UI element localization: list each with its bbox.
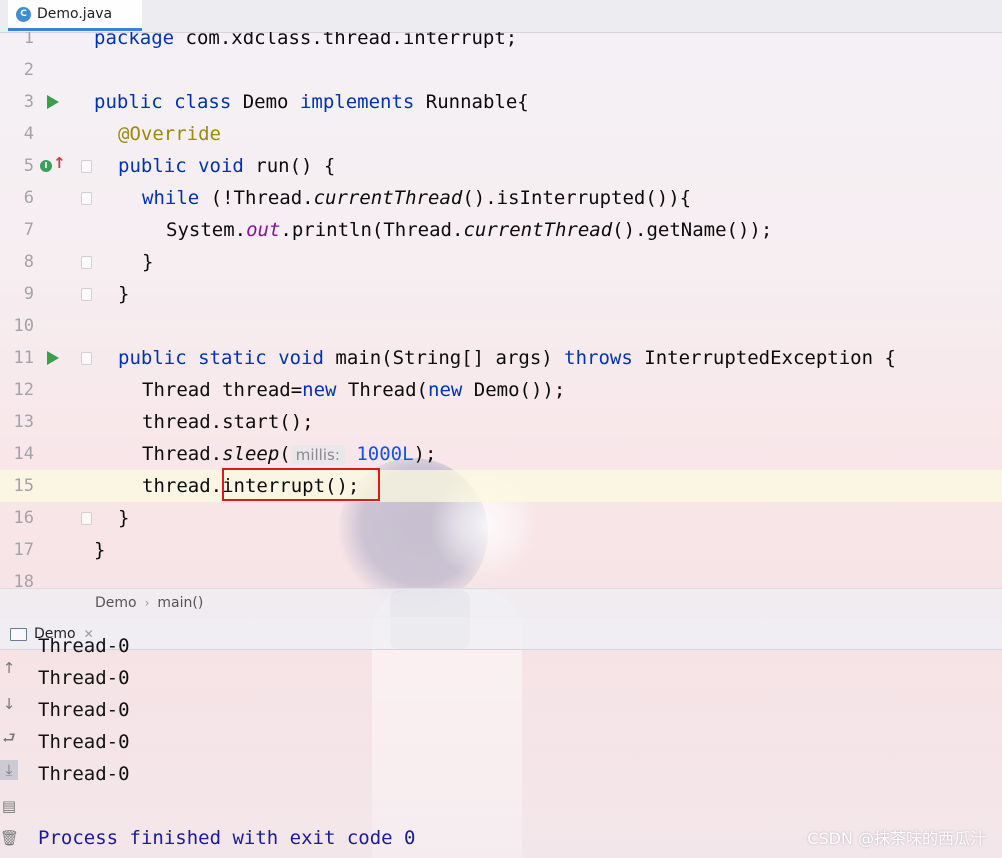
code-line: 18: [0, 566, 1002, 588]
console-line: Thread-0: [38, 667, 130, 689]
code-text: System.out.println(Thread.currentThread(…: [166, 219, 773, 241]
code-text: }: [142, 251, 154, 273]
line-number: 12: [13, 380, 34, 400]
override-arrow-icon[interactable]: ↑: [53, 154, 66, 172]
code-line: 17 }: [0, 534, 1002, 566]
fold-marker-icon[interactable]: [81, 352, 92, 365]
line-number: 6: [23, 188, 34, 208]
fold-marker-icon[interactable]: [81, 512, 92, 525]
print-icon[interactable]: ▤: [0, 796, 18, 816]
code-line: 3 public class Demo implements Runnable{: [0, 86, 1002, 118]
console-line: Thread-0: [38, 731, 130, 753]
code-text: }: [118, 283, 130, 305]
java-class-icon: C: [16, 6, 31, 22]
scroll-down-icon[interactable]: ↓: [0, 694, 18, 714]
code-line: 5 I ↑ public void run() {: [0, 150, 1002, 182]
fold-marker-icon[interactable]: [81, 192, 92, 205]
line-number: 5: [23, 156, 34, 176]
code-line: 7 System.out.println(Thread.currentThrea…: [0, 214, 1002, 246]
breadcrumb: Demo › main(): [0, 588, 1002, 618]
editor-tab-label: Demo.java: [37, 6, 113, 22]
fold-marker-icon[interactable]: [81, 160, 92, 173]
line-number: 15: [13, 476, 34, 496]
editor-tab-bar: C Demo.java: [0, 0, 1002, 33]
code-text: public static void main(String[] args) t…: [118, 347, 896, 369]
fold-marker-icon[interactable]: [81, 288, 92, 301]
code-editor[interactable]: 1 package com.xdclass.thread.interrupt; …: [0, 32, 1002, 588]
code-line: 13 thread.start();: [0, 406, 1002, 438]
code-text: while (!Thread.currentThread().isInterru…: [142, 187, 692, 209]
code-text: public class Demo implements Runnable{: [94, 91, 529, 113]
run-class-icon[interactable]: [47, 95, 59, 109]
line-number: 13: [13, 412, 34, 432]
code-line: 16 }: [0, 502, 1002, 534]
code-text: package com.xdclass.thread.interrupt;: [94, 32, 518, 49]
code-text: @Override: [118, 123, 221, 145]
breadcrumb-class[interactable]: Demo: [95, 595, 137, 611]
code-line: 11 public static void main(String[] args…: [0, 342, 1002, 374]
code-line-current: 15 thread.interrupt();: [0, 470, 1002, 502]
run-toolbar: ↑ ↓ ⮐ ⤓ ▤ 🗑: [0, 650, 20, 858]
line-number: 17: [13, 540, 34, 560]
watermark: CSDN @抹茶味的西瓜汁: [807, 829, 986, 848]
line-number: 11: [13, 348, 34, 368]
line-number: 2: [23, 60, 34, 80]
code-line: 4 @Override: [0, 118, 1002, 150]
interrupt-highlight-box: [222, 468, 380, 501]
line-number: 7: [23, 220, 34, 240]
code-line: 12 Thread thread=new Thread(new Demo());: [0, 374, 1002, 406]
code-text: thread.start();: [142, 411, 314, 433]
code-line: 1 package com.xdclass.thread.interrupt;: [0, 32, 1002, 54]
line-number: 16: [13, 508, 34, 528]
editor-tab-demo-java[interactable]: C Demo.java: [8, 0, 142, 31]
scroll-to-end-icon[interactable]: ⤓: [0, 760, 18, 780]
line-number: 4: [23, 124, 34, 144]
line-number: 9: [23, 284, 34, 304]
scroll-up-icon[interactable]: ↑: [0, 658, 18, 678]
run-main-icon[interactable]: [47, 351, 59, 365]
parameter-hint: millis:: [290, 445, 345, 465]
trash-icon[interactable]: 🗑: [0, 828, 19, 848]
console-line: Thread-0: [38, 635, 130, 657]
breadcrumb-separator: ›: [144, 596, 150, 610]
code-text: Thread thread=new Thread(new Demo());: [142, 379, 566, 401]
soft-wrap-icon[interactable]: ⮐: [0, 728, 18, 748]
fold-marker-icon[interactable]: [81, 256, 92, 269]
line-number: 3: [23, 92, 34, 112]
code-line: 6 while (!Thread.currentThread().isInter…: [0, 182, 1002, 214]
line-number: 1: [23, 32, 34, 48]
code-line: 8 }: [0, 246, 1002, 278]
console-line: Thread-0: [38, 699, 130, 721]
line-number: 8: [23, 252, 34, 272]
code-text: }: [94, 539, 106, 561]
code-text: public void run() {: [118, 155, 336, 177]
code-line: 9 }: [0, 278, 1002, 310]
implements-method-icon[interactable]: I: [40, 160, 52, 172]
line-number: 14: [13, 444, 34, 464]
console-line: Thread-0: [38, 763, 130, 785]
console-icon: [10, 627, 27, 641]
code-line: 14 Thread.sleep(millis: 1000L);: [0, 438, 1002, 470]
code-text: }: [118, 507, 130, 529]
code-text: Thread.sleep(millis: 1000L);: [142, 443, 437, 465]
line-number: 18: [13, 572, 34, 588]
breadcrumb-method[interactable]: main(): [157, 595, 203, 611]
console-exit-line: Process finished with exit code 0: [38, 827, 416, 849]
code-line: 10: [0, 310, 1002, 342]
line-number: 10: [13, 316, 34, 336]
code-line: 2: [0, 54, 1002, 86]
